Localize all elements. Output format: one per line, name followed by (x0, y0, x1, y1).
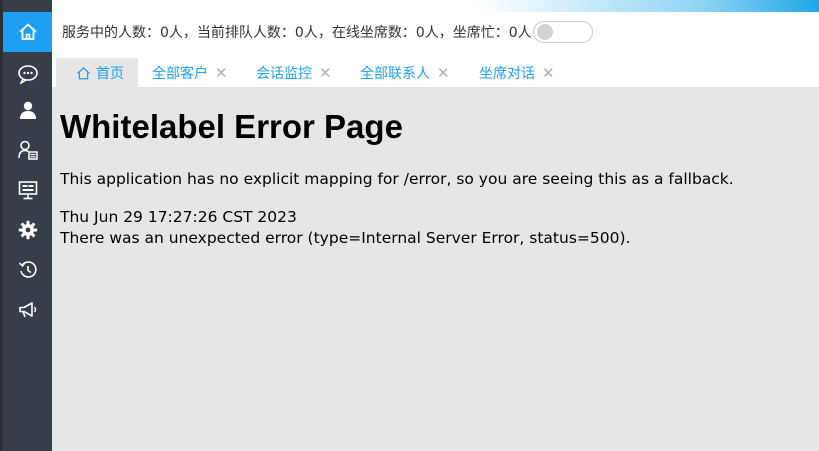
sidebar-item-monitor[interactable] (3, 172, 52, 208)
tab-session-monitor[interactable]: 会话监控 ✕ (256, 58, 332, 88)
close-icon[interactable]: ✕ (437, 64, 450, 82)
history-icon (18, 261, 37, 278)
home-icon (77, 66, 90, 79)
toggle-knob (536, 24, 553, 40)
monitor-icon (18, 181, 37, 200)
tab-agent-dialog-label: 坐席对话 (479, 66, 535, 82)
gear-icon (18, 220, 37, 240)
tab-agent-dialog[interactable]: 坐席对话 ✕ (479, 58, 555, 88)
close-icon[interactable]: ✕ (215, 64, 228, 82)
error-page-title: Whitelabel Error Page (60, 108, 403, 145)
tab-session-monitor-label: 会话监控 (256, 66, 312, 82)
tab-all-contacts[interactable]: 全部联系人 ✕ (360, 58, 450, 88)
sidebar-item-announcement[interactable] (3, 292, 52, 328)
user-icon (19, 101, 36, 119)
sidebar-item-history[interactable] (3, 252, 52, 288)
main-content: Whitelabel Error Page This application h… (52, 88, 819, 451)
top-gradient-strip (52, 0, 819, 12)
tab-home[interactable]: 首页 (56, 58, 138, 88)
service-status-text: 服务中的人数：0人，当前排队人数：0人，在线坐席数：0人，坐席忙：0人 (62, 25, 532, 41)
agent-busy-toggle[interactable] (532, 21, 593, 43)
error-message: This application has no explicit mapping… (60, 170, 734, 188)
contact-card-icon (17, 140, 38, 160)
tab-home-label: 首页 (96, 66, 124, 82)
tab-all-customers[interactable]: 全部客户 ✕ (152, 58, 228, 88)
sidebar-item-chat[interactable] (3, 56, 52, 92)
sidebar-item-user[interactable] (3, 92, 52, 128)
header-bar: 服务中的人数：0人，当前排队人数：0人，在线坐席数：0人，坐席忙：0人 (52, 12, 819, 52)
tab-bar: 首页 全部客户 ✕ 会话监控 ✕ 全部联系人 ✕ 坐席对话 ✕ (52, 52, 819, 88)
sidebar-item-settings[interactable] (3, 212, 52, 248)
error-timestamp: Thu Jun 29 17:27:26 CST 2023 (60, 208, 297, 226)
sidebar-item-home[interactable] (3, 12, 52, 52)
app-window: 服务中的人数：0人，当前排队人数：0人，在线坐席数：0人，坐席忙：0人 首页 全… (0, 0, 819, 451)
sidebar-item-contacts[interactable] (3, 132, 52, 168)
tab-all-customers-label: 全部客户 (152, 66, 208, 82)
tab-all-contacts-label: 全部联系人 (360, 66, 430, 82)
chat-icon (17, 65, 38, 84)
close-icon[interactable]: ✕ (542, 64, 555, 82)
megaphone-icon (18, 302, 36, 318)
error-detail: There was an unexpected error (type=Inte… (60, 229, 631, 247)
close-icon[interactable]: ✕ (319, 64, 332, 82)
home-icon (18, 23, 37, 40)
sidebar (0, 0, 52, 451)
